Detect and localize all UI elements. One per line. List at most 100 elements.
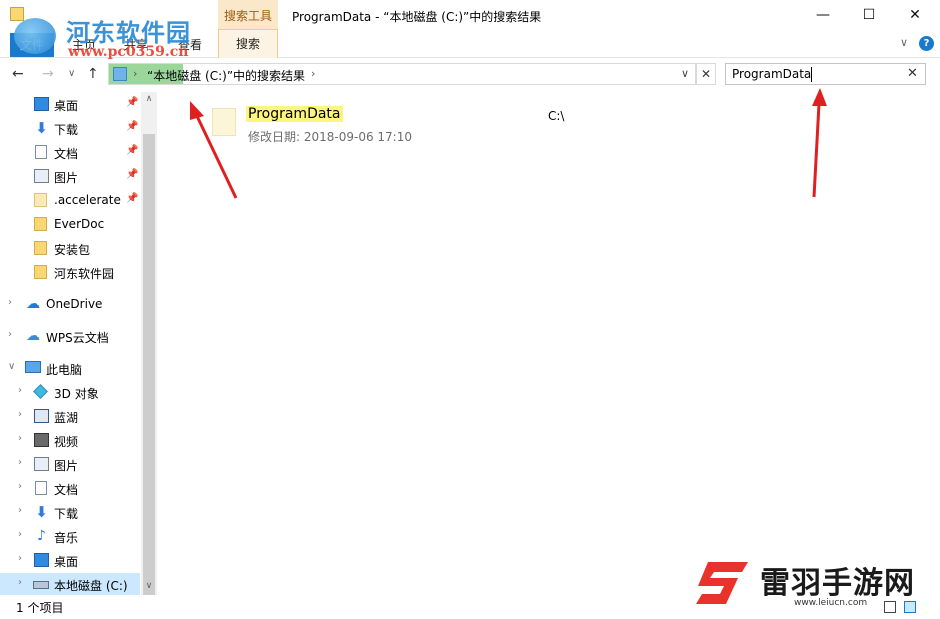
expand-icon[interactable]: ›: [18, 433, 22, 444]
3d-objects-icon: [33, 384, 48, 399]
pin-icon[interactable]: 📌: [126, 169, 138, 180]
sidebar-item-label: 图片: [54, 171, 79, 185]
sidebar-item-label: WPS云文档: [46, 331, 109, 345]
breadcrumb-separator[interactable]: ›: [311, 67, 315, 80]
result-name[interactable]: ProgramData: [246, 106, 343, 122]
sidebar-item-label: 桌面: [54, 555, 79, 569]
sidebar-item-label: 下载: [54, 123, 79, 137]
back-button[interactable]: ←: [12, 66, 24, 82]
download-icon: ⬇: [35, 119, 48, 137]
tab-search[interactable]: 搜索: [218, 30, 278, 58]
breadcrumb-search-results[interactable]: “本地磁盘 (C:)”中的搜索结果: [147, 67, 305, 84]
music-icon: ♪: [37, 528, 46, 544]
download-icon: ⬇: [35, 503, 48, 521]
text-caret: [811, 67, 812, 82]
sidebar-item-label: 本地磁盘 (C:): [54, 579, 128, 593]
sidebar-item-documents[interactable]: 文档 📌: [0, 141, 140, 163]
forward-button[interactable]: →: [42, 66, 54, 82]
folder-icon: [34, 217, 47, 231]
sidebar-item-onedrive[interactable]: › ☁ OneDrive: [0, 293, 140, 315]
brand-url: www.leiucn.com: [794, 598, 868, 608]
expand-icon[interactable]: ›: [8, 329, 12, 340]
sidebar-item-label: 桌面: [54, 99, 79, 113]
sidebar-item-this-pc[interactable]: ∨ 此电脑: [0, 357, 140, 379]
sidebar-scrollbar[interactable]: ∧ ∨: [141, 92, 157, 613]
expand-icon[interactable]: ›: [18, 529, 22, 540]
sidebar-item-label: 下载: [54, 507, 79, 521]
search-clear-button[interactable]: ✕: [907, 66, 918, 81]
folder-icon: [34, 265, 47, 279]
sidebar-item-local-disk-c[interactable]: › 本地磁盘 (C:): [0, 573, 140, 595]
scroll-down-icon[interactable]: ∨: [141, 581, 157, 591]
ribbon-expand-icon[interactable]: ∨: [900, 36, 908, 49]
scroll-up-icon[interactable]: ∧: [141, 94, 157, 104]
address-bar[interactable]: › “本地磁盘 (C:)”中的搜索结果 › ∨: [108, 63, 696, 85]
sidebar-item-label: OneDrive: [46, 297, 103, 311]
sidebar-item-label: 3D 对象: [54, 387, 99, 401]
sidebar-item-label: 音乐: [54, 531, 79, 545]
expand-icon[interactable]: ›: [18, 457, 22, 468]
breadcrumb-separator[interactable]: ›: [133, 67, 137, 80]
item-count: 1 个项目: [16, 601, 64, 615]
help-icon[interactable]: ?: [919, 36, 934, 51]
sidebar-item-accelerate[interactable]: .accelerate 📌: [0, 189, 140, 211]
navigation-pane: 桌面 📌 ⬇ 下载 📌 文档 📌 图片 📌 .accelerate 📌 Ever…: [0, 92, 157, 595]
expand-icon[interactable]: ›: [18, 577, 22, 588]
computer-icon: [25, 361, 41, 373]
sidebar-item-label: .accelerate: [54, 193, 121, 207]
sidebar-item-downloads[interactable]: ⬇ 下载 📌: [0, 117, 140, 139]
address-clear-button[interactable]: ✕: [696, 63, 716, 85]
drive-icon: [33, 581, 49, 589]
navigation-bar: ← → ∨ ↑ › “本地磁盘 (C:)”中的搜索结果 › ∨ ✕ Progra…: [0, 59, 940, 91]
folder-icon: [10, 7, 24, 21]
expand-icon[interactable]: ›: [18, 409, 22, 420]
sidebar-item-desktop[interactable]: 桌面 📌: [0, 93, 140, 115]
pin-icon[interactable]: 📌: [126, 193, 138, 204]
expand-icon[interactable]: ›: [18, 481, 22, 492]
sidebar-item-3d-objects[interactable]: › 3D 对象: [0, 381, 140, 403]
minimize-button[interactable]: —: [800, 0, 846, 30]
address-dropdown-icon[interactable]: ∨: [681, 67, 689, 80]
watermark-url: www.pc0359.cn: [68, 44, 189, 60]
search-input[interactable]: ProgramData ✕: [725, 63, 926, 85]
pin-icon[interactable]: 📌: [126, 121, 138, 132]
scroll-thumb[interactable]: [143, 134, 155, 613]
sidebar-item-label: 文档: [54, 483, 79, 497]
search-results-pane: ProgramData 修改日期: 2018-09-06 17:10 C:\: [158, 92, 940, 595]
up-button[interactable]: ↑: [87, 66, 99, 82]
sidebar-item-lanhu[interactable]: › 蓝湖: [0, 405, 140, 427]
folder-icon: [34, 193, 47, 207]
brand-name: 雷羽手游网: [760, 566, 915, 601]
expand-icon[interactable]: ›: [18, 385, 22, 396]
watermark-logo-icon: [14, 18, 56, 54]
close-button[interactable]: ✕: [892, 0, 938, 30]
collapse-icon[interactable]: ∨: [8, 361, 15, 372]
sidebar-item-everdoc[interactable]: EverDoc: [0, 213, 140, 235]
brand-logo-icon: [696, 562, 748, 604]
sidebar-item-pictures[interactable]: 图片 📌: [0, 165, 140, 187]
sidebar-item-desktop-pc[interactable]: › 桌面: [0, 549, 140, 571]
pin-icon[interactable]: 📌: [126, 97, 138, 108]
picture-icon: [34, 457, 49, 471]
sidebar-item-downloads-pc[interactable]: › ⬇ 下载: [0, 501, 140, 523]
sidebar-item-wps[interactable]: › ☁ WPS云文档: [0, 325, 140, 347]
sidebar-item-hedong[interactable]: 河东软件园: [0, 261, 140, 283]
sidebar-item-installers[interactable]: 安装包: [0, 237, 140, 259]
video-icon: [34, 433, 49, 447]
maximize-button[interactable]: ☐: [846, 0, 892, 30]
sidebar-item-label: EverDoc: [54, 217, 105, 231]
document-icon: [35, 481, 47, 495]
search-results-icon: [113, 67, 127, 81]
sidebar-item-pictures-pc[interactable]: › 图片: [0, 453, 140, 475]
recent-locations-icon[interactable]: ∨: [68, 68, 75, 79]
sidebar-item-label: 安装包: [54, 243, 91, 257]
expand-icon[interactable]: ›: [18, 505, 22, 516]
sidebar-item-documents-pc[interactable]: › 文档: [0, 477, 140, 499]
lanhu-icon: [34, 409, 49, 423]
expand-icon[interactable]: ›: [18, 553, 22, 564]
expand-icon[interactable]: ›: [8, 297, 12, 308]
sidebar-item-videos[interactable]: › 视频: [0, 429, 140, 451]
pin-icon[interactable]: 📌: [126, 145, 138, 156]
sidebar-item-music[interactable]: › ♪ 音乐: [0, 525, 140, 547]
sidebar-item-label: 视频: [54, 435, 79, 449]
